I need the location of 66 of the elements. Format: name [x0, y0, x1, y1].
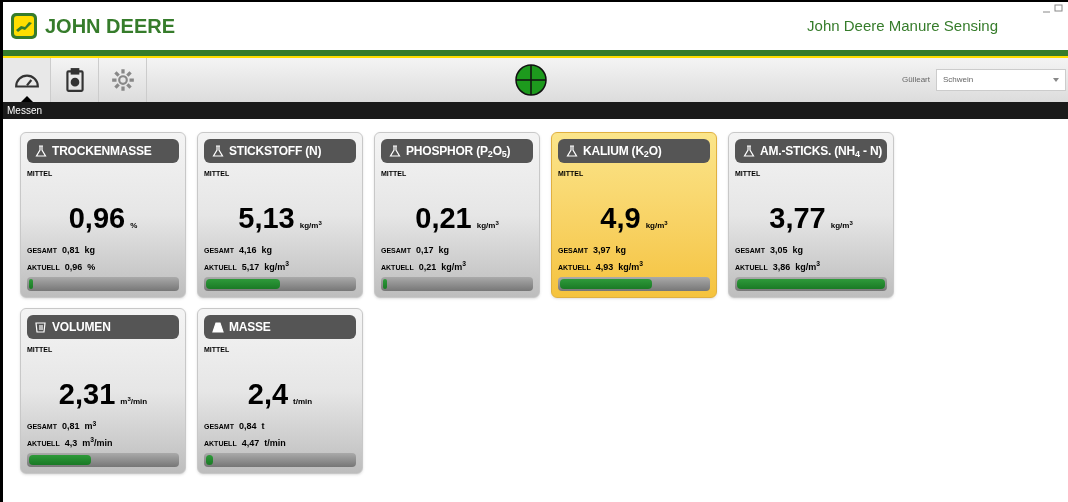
current-unit: t/min: [264, 436, 286, 450]
card-title: AM.-STICKS. (NH$_{4}$ - N): [760, 143, 883, 160]
gear-icon: [109, 67, 136, 93]
weight-icon: [212, 321, 224, 333]
current-unit: m$^{3}$/min: [82, 436, 113, 450]
total-value: 0,81: [61, 420, 80, 433]
mean-value: 0,96: [68, 203, 126, 233]
mean-value: 2,31: [58, 379, 116, 409]
mean-value: 2,4: [247, 379, 289, 409]
mean-unit: m$^{3}$/min: [120, 395, 148, 408]
card-title: STICKSTOFF (N): [229, 143, 322, 160]
card-title: MASSE: [229, 319, 271, 336]
flask-icon: [389, 145, 401, 157]
cup-icon: [35, 321, 47, 333]
mean-unit: kg/m$^{3}$: [645, 219, 668, 232]
manure-type-label: Gülleart: [902, 74, 930, 86]
toolbar-tab[interactable]: [3, 58, 51, 102]
total-value: 3,97: [592, 244, 611, 257]
brand-name: JOHN DEERE: [45, 14, 176, 39]
flask-icon: [35, 145, 47, 157]
card-title: VOLUMEN: [52, 319, 111, 336]
current-unit: kg/m$^{3}$: [441, 260, 466, 274]
current-value: 0,96: [64, 260, 83, 274]
card-title: PHOSPHOR (P$_{2}$O$_{5}$): [406, 143, 511, 160]
current-unit: kg/m$^{3}$: [618, 260, 643, 274]
total-unit: kg: [261, 244, 272, 257]
mean-value: 3,77: [769, 203, 826, 233]
mean-unit: %: [130, 219, 138, 232]
total-unit: kg: [615, 244, 626, 257]
total-unit: kg: [438, 244, 449, 257]
total-unit: t: [261, 420, 265, 433]
total-value: 3,05: [769, 244, 788, 257]
card-title: KALIUM (K$_{2}$O): [583, 143, 662, 160]
total-unit: kg: [792, 244, 803, 257]
manure-type-dropdown[interactable]: Schwein: [936, 69, 1066, 91]
total-unit: kg: [84, 244, 95, 257]
current-value: 0,21: [418, 260, 437, 274]
flask-icon: [566, 145, 578, 157]
caret-icon: [1053, 78, 1059, 82]
app-title: John Deere Manure Sensing: [807, 15, 998, 36]
section-title: Messen: [7, 104, 42, 118]
total-value: 0,17: [415, 244, 434, 257]
card-title: TROCKENMASSE: [52, 143, 152, 160]
mean-unit: kg/m$^{3}$: [830, 219, 853, 232]
current-unit: %: [87, 260, 96, 274]
total-value: 4,16: [238, 244, 257, 257]
current-unit: kg/m$^{3}$: [264, 260, 289, 274]
mean-value: 0,21: [415, 203, 472, 233]
current-value: 4,93: [595, 260, 614, 274]
flask-icon: [743, 145, 755, 157]
mean-value: 4,9: [600, 203, 641, 233]
current-value: 3,86: [772, 260, 791, 274]
mean-value: 5,13: [238, 203, 295, 233]
window-controls-icon: [1042, 4, 1064, 14]
total-value: 0,81: [61, 244, 80, 257]
total-unit: m$^{3}$: [84, 420, 97, 433]
crosshair-icon: [515, 64, 547, 96]
current-value: 4,3: [64, 436, 78, 450]
current-value: 4,47: [241, 436, 260, 450]
flask-icon: [212, 145, 224, 157]
mean-unit: t/min: [293, 395, 313, 408]
mean-unit: kg/m$^{3}$: [476, 219, 499, 232]
mean-unit: kg/m$^{3}$: [299, 219, 322, 232]
current-value: 5,17: [241, 260, 260, 274]
total-value: 0,84: [238, 420, 257, 433]
current-unit: kg/m$^{3}$: [795, 260, 820, 274]
